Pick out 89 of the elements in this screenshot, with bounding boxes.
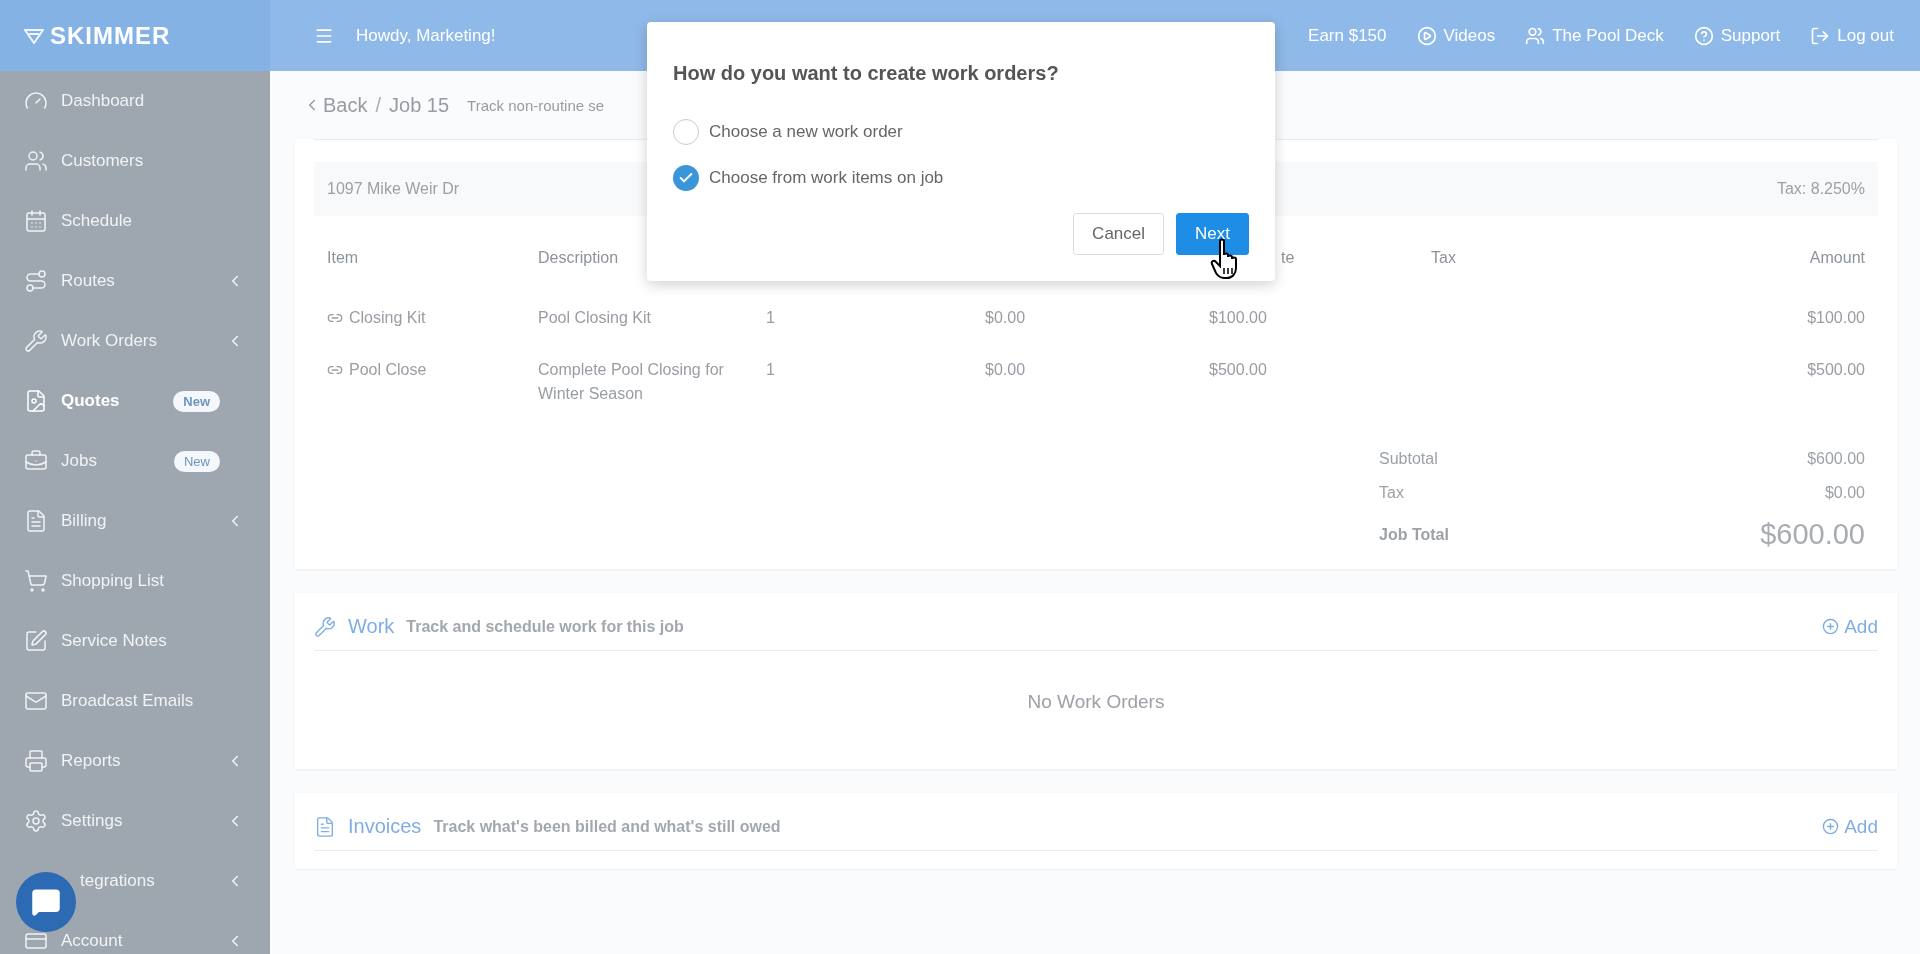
topbar-link[interactable]: Videos xyxy=(1416,25,1496,46)
greeting: Howdy, Marketing! xyxy=(356,25,496,46)
document-icon xyxy=(24,389,48,413)
back-link[interactable]: Back xyxy=(323,93,368,117)
dialog-title: How do you want to create work orders? xyxy=(673,62,1060,85)
logo[interactable]: SKIMMER xyxy=(0,0,270,71)
logo-icon xyxy=(24,27,44,44)
bill-icon xyxy=(24,509,48,533)
total-label: Tax xyxy=(1379,484,1405,502)
wrench-icon xyxy=(314,615,336,638)
sidebar-item[interactable]: Dashboard xyxy=(0,71,270,131)
play-icon xyxy=(1416,25,1437,46)
table-cell-text: $100.00 xyxy=(1209,308,1268,328)
sidebar-item[interactable]: Settings xyxy=(0,791,270,851)
sidebar-item[interactable]: Broadcast Emails xyxy=(0,671,270,731)
section-subtitle: Track and schedule work for this job xyxy=(406,617,685,636)
people-icon xyxy=(1525,25,1546,46)
sidebar-item[interactable]: Account xyxy=(0,911,270,954)
chat-icon xyxy=(31,887,61,917)
table-cell-text: Complete Pool Closing for Winter Season xyxy=(538,360,725,404)
document-icon xyxy=(314,815,336,838)
table-cell: Pool Close xyxy=(327,340,538,416)
add-link[interactable]: Add xyxy=(1822,815,1878,838)
topbar-link[interactable]: Earn $150 xyxy=(1308,25,1387,46)
sidebar-item[interactable]: Shopping List xyxy=(0,551,270,611)
column-header: te xyxy=(1281,248,1295,268)
sidebar-item[interactable]: Jobs New xyxy=(0,431,270,491)
column-header: Amount xyxy=(1809,248,1865,268)
address: 1097 Mike Weir Dr xyxy=(327,180,460,198)
topbar-link[interactable]: The Pool Deck xyxy=(1525,25,1664,46)
table-cell-text: $0.00 xyxy=(985,308,1027,328)
radio-button[interactable] xyxy=(673,165,699,191)
table-cell-text: $100.00 xyxy=(1807,308,1865,328)
mail-icon xyxy=(24,689,48,713)
tax-rate: Tax: 8.250% xyxy=(1776,180,1865,198)
topbar-link[interactable]: Support xyxy=(1693,25,1781,46)
section-title: Work xyxy=(348,615,395,638)
empty-message: No Work Orders xyxy=(1026,690,1166,714)
route-icon xyxy=(24,269,48,293)
column-header: Tax xyxy=(1431,248,1457,268)
sidebar-item[interactable]: Quotes New xyxy=(0,371,270,431)
plus-icon xyxy=(1822,618,1840,635)
table-cell-text: $500.00 xyxy=(1209,360,1268,380)
total-value: $0.00 xyxy=(1824,484,1865,502)
radio-button[interactable] xyxy=(673,119,699,145)
settings-icon xyxy=(24,809,48,833)
cart-icon xyxy=(24,569,48,593)
users-icon xyxy=(24,149,48,173)
wrench-icon xyxy=(24,329,48,353)
total-label: Subtotal xyxy=(1379,450,1439,468)
add-link[interactable]: Add xyxy=(1822,615,1878,638)
radio-option[interactable]: Choose a new work order xyxy=(673,109,1249,155)
section-title: Invoices xyxy=(348,815,422,838)
plus-icon xyxy=(1822,818,1840,835)
printer-icon xyxy=(24,749,48,773)
section-subtitle: Track what's been billed and what's still owed xyxy=(433,817,782,836)
separator: / xyxy=(375,93,382,117)
total-value: $600.00 xyxy=(1807,450,1865,468)
sidebar-item[interactable]: Work Orders xyxy=(0,311,270,371)
table-cell: Closing Kit xyxy=(327,288,538,340)
radio-option[interactable]: Choose from work items on job xyxy=(673,155,1249,201)
next-button[interactable]: Next xyxy=(1176,213,1249,255)
page-subtitle: Track non-routine se xyxy=(467,96,605,114)
sidebar-item[interactable]: Routes xyxy=(0,251,270,311)
table-cell-text: 1 xyxy=(766,360,776,380)
edit-icon xyxy=(24,629,48,653)
calendar-icon xyxy=(24,209,48,233)
table-cell-text: $500.00 xyxy=(1807,360,1865,380)
table-cell-text: $0.00 xyxy=(985,360,1027,380)
sidebar-item[interactable]: Customers xyxy=(0,131,270,191)
new-badge: New xyxy=(174,450,220,472)
sidebar-item[interactable]: tegrations xyxy=(0,851,270,911)
column-header: Description xyxy=(538,248,620,268)
sidebar-item[interactable]: Service Notes xyxy=(0,611,270,671)
table-cell-text: Pool Closing Kit xyxy=(538,308,652,328)
help-icon xyxy=(1693,25,1714,46)
cancel-button[interactable]: Cancel xyxy=(1073,213,1165,255)
sidebar-item[interactable]: Reports xyxy=(0,731,270,791)
page-title: Job 15 xyxy=(389,93,450,117)
column-header: Item xyxy=(327,248,360,268)
total-value: $600.00 xyxy=(1760,518,1865,551)
topbar-link[interactable]: Log out xyxy=(1810,25,1894,46)
new-badge: New xyxy=(173,390,220,412)
sidebar-item[interactable]: Billing xyxy=(0,491,270,551)
briefcase-icon xyxy=(24,449,48,473)
table-cell-text: 1 xyxy=(766,308,776,328)
logout-icon xyxy=(1810,25,1831,46)
sidebar-item[interactable]: Schedule xyxy=(0,191,270,251)
total-label: Job Total xyxy=(1379,525,1450,544)
